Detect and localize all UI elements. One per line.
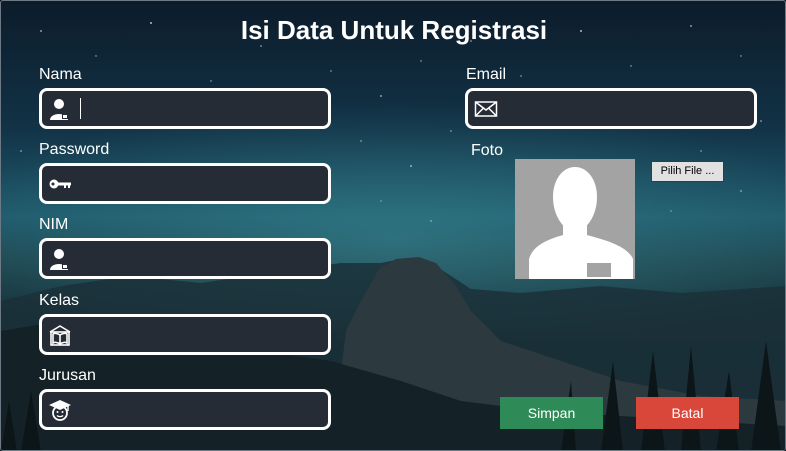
- email-input[interactable]: [504, 95, 746, 122]
- kelas-field[interactable]: [39, 314, 331, 355]
- nama-label: Nama: [39, 66, 82, 83]
- user-silhouette-icon: [515, 159, 635, 279]
- email-label: Email: [466, 66, 507, 83]
- kelas-label: Kelas: [39, 292, 80, 309]
- photo-placeholder: [515, 159, 635, 279]
- nim-input[interactable]: [78, 245, 320, 272]
- jurusan-field[interactable]: [39, 389, 331, 430]
- graduate-icon: [48, 398, 72, 422]
- foto-label: Foto: [471, 142, 504, 159]
- nama-field[interactable]: [39, 88, 331, 129]
- choose-file-button[interactable]: Pilih File ...: [651, 161, 724, 182]
- save-button[interactable]: Simpan: [500, 397, 603, 429]
- background-night-landscape: [1, 22, 785, 450]
- password-field[interactable]: [39, 163, 331, 204]
- classroom-icon: [48, 323, 72, 347]
- cancel-button[interactable]: Batal: [636, 397, 739, 429]
- registration-window: Isi Data Untuk Registrasi Nama Password …: [0, 0, 786, 451]
- key-icon: [48, 172, 72, 196]
- nim-field[interactable]: [39, 238, 331, 279]
- password-label: Password: [39, 141, 110, 158]
- nama-input[interactable]: [78, 95, 320, 122]
- user-icon: [48, 97, 72, 121]
- id-user-icon: [48, 247, 72, 271]
- page-title: Isi Data Untuk Registrasi: [240, 15, 548, 45]
- jurusan-label: Jurusan: [39, 367, 96, 384]
- envelope-icon: [474, 97, 498, 121]
- kelas-input[interactable]: [78, 321, 320, 348]
- email-field[interactable]: [465, 88, 757, 129]
- jurusan-input[interactable]: [78, 396, 320, 423]
- password-input[interactable]: [78, 170, 320, 197]
- nim-label: NIM: [39, 216, 69, 233]
